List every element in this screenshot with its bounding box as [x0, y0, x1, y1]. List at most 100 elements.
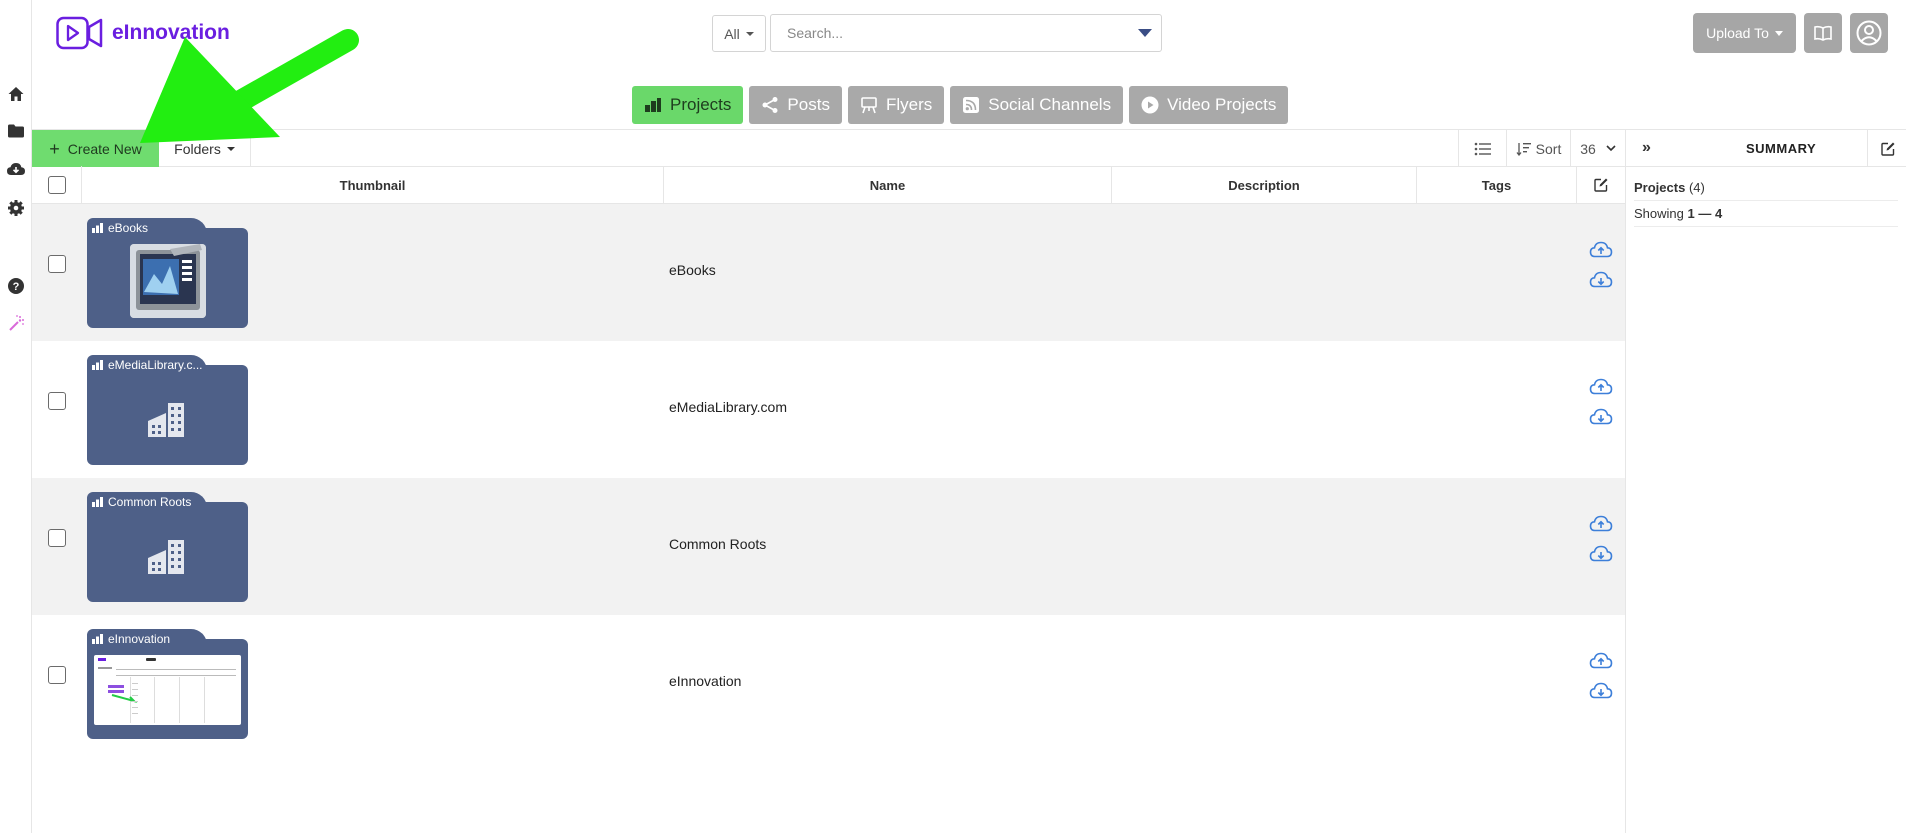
- folder-label: eMediaLibrary.c...: [92, 358, 204, 372]
- column-thumbnail[interactable]: Thumbnail: [82, 166, 664, 204]
- folder-label: eInnovation: [92, 632, 204, 646]
- home-icon[interactable]: [6, 84, 26, 104]
- showing-range: 1 — 4: [1687, 206, 1723, 221]
- column-tags[interactable]: Tags: [1417, 166, 1577, 204]
- folder-label-text: eMediaLibrary.c...: [108, 358, 203, 372]
- tab-projects[interactable]: Projects: [632, 86, 744, 124]
- row-name[interactable]: eInnovation: [669, 673, 741, 689]
- buildings-icon: [645, 98, 661, 112]
- user-avatar-icon: [1856, 20, 1882, 46]
- sort-button[interactable]: Sort: [1506, 130, 1570, 167]
- cloud-download-icon[interactable]: [1589, 270, 1613, 290]
- summary-panel: » SUMMARY Projects (4) Showing 1 — 4: [1625, 129, 1906, 833]
- left-rail: ?: [0, 0, 32, 833]
- tab-label: Posts: [787, 95, 830, 114]
- search-dropdown-caret-icon[interactable]: [1138, 29, 1152, 37]
- row-name[interactable]: Common Roots: [669, 536, 766, 552]
- chevron-down-icon: [745, 31, 754, 36]
- folder-label: eBooks: [92, 221, 204, 235]
- search-filter-select[interactable]: All: [712, 15, 766, 52]
- header-checkbox-cell: [32, 166, 82, 204]
- cloud-upload-icon[interactable]: [1589, 514, 1613, 534]
- tab-social-channels[interactable]: Social Channels: [950, 86, 1124, 124]
- settings-gear-icon[interactable]: [6, 198, 26, 218]
- magic-wand-icon[interactable]: [6, 313, 26, 333]
- edit-icon: [1880, 142, 1894, 156]
- building-thumbnail: [130, 518, 206, 592]
- chevron-down-icon: [1774, 30, 1783, 36]
- main-panel-border: [32, 752, 1625, 833]
- row-name[interactable]: eMediaLibrary.com: [669, 399, 787, 415]
- tab-posts[interactable]: Posts: [749, 86, 842, 124]
- row-checkbox[interactable]: [48, 666, 66, 684]
- tab-label: Projects: [670, 95, 732, 114]
- upload-to-button[interactable]: Upload To: [1693, 13, 1796, 53]
- column-label: Description: [1228, 177, 1300, 193]
- folder-thumbnail[interactable]: eMediaLibrary.c...: [87, 355, 248, 465]
- table-row[interactable]: eBooks eBooks: [32, 204, 1625, 341]
- row-checkbox[interactable]: [48, 529, 66, 547]
- tab-video-projects[interactable]: Video Projects: [1129, 86, 1289, 124]
- column-name[interactable]: Name: [664, 166, 1112, 204]
- play-circle-icon: [1141, 96, 1159, 114]
- cloud-upload-icon[interactable]: [1589, 377, 1613, 397]
- buildings-icon: [92, 223, 103, 233]
- app-window: ? eInnovation All Upload To Projects: [0, 0, 1906, 833]
- sort-icon: [1516, 142, 1531, 156]
- search-input[interactable]: [770, 14, 1162, 52]
- ebook-image: [130, 244, 206, 318]
- cloud-download-icon[interactable]: [1589, 407, 1613, 427]
- column-label: Tags: [1481, 177, 1512, 193]
- summary-body: Projects (4) Showing 1 — 4: [1626, 167, 1906, 235]
- table-row[interactable]: eMediaLibrary.c... eMediaLibrary.com: [32, 341, 1625, 478]
- tab-label: Social Channels: [988, 95, 1112, 114]
- book-button[interactable]: [1804, 13, 1842, 53]
- building-icon: [148, 540, 184, 574]
- showing-label: Showing: [1634, 206, 1684, 221]
- row-checkbox[interactable]: [48, 255, 66, 273]
- profile-button[interactable]: [1850, 13, 1888, 53]
- list-view-button[interactable]: [1458, 130, 1506, 167]
- building-icon: [148, 403, 184, 437]
- building-thumbnail: [130, 381, 206, 455]
- select-all-checkbox[interactable]: [47, 176, 66, 194]
- folder-icon[interactable]: [6, 121, 26, 141]
- buildings-icon: [92, 497, 103, 507]
- summary-edit-button[interactable]: [1867, 130, 1906, 167]
- column-description[interactable]: Description: [1112, 166, 1417, 204]
- folder-label: Common Roots: [92, 495, 204, 509]
- folder-label-text: eInnovation: [108, 632, 171, 646]
- chevron-down-icon: [226, 146, 235, 151]
- tab-label: Video Projects: [1167, 95, 1277, 114]
- cloud-download-icon[interactable]: [1589, 681, 1613, 701]
- filter-value: All: [724, 25, 740, 42]
- table-row[interactable]: Common Roots Common Roots: [32, 478, 1625, 615]
- buildings-icon: [92, 360, 103, 370]
- folder-label-text: eBooks: [108, 221, 149, 235]
- column-label: Name: [869, 177, 906, 193]
- folder-thumbnail[interactable]: eBooks: [87, 218, 248, 328]
- cloud-download-icon[interactable]: [1589, 544, 1613, 564]
- edit-columns-button[interactable]: [1577, 166, 1625, 204]
- projects-count: (4): [1688, 180, 1705, 195]
- chevron-down-icon: [1606, 145, 1616, 152]
- page-size-select[interactable]: 36: [1570, 130, 1625, 167]
- cloud-upload-icon[interactable]: [1589, 240, 1613, 260]
- help-icon[interactable]: ?: [6, 276, 26, 296]
- row-checkbox[interactable]: [48, 392, 66, 410]
- svg-text:?: ?: [13, 281, 20, 293]
- content-tabs: Projects Posts Flyers Social Channels Vi…: [632, 86, 1289, 124]
- screenshot-image: [94, 655, 241, 725]
- list-view-icon: [1474, 142, 1491, 155]
- folder-thumbnail[interactable]: Common Roots: [87, 492, 248, 602]
- collapse-panel-icon[interactable]: »: [1642, 139, 1651, 157]
- book-open-icon: [1814, 25, 1832, 41]
- folder-thumbnail[interactable]: eInnovation: [87, 629, 248, 739]
- tab-flyers[interactable]: Flyers: [847, 86, 945, 124]
- plus-icon: +: [49, 138, 60, 159]
- cloud-upload-icon[interactable]: [1589, 651, 1613, 671]
- table-row[interactable]: eInnovation eInnovation: [32, 615, 1625, 752]
- cloud-download-icon[interactable]: [6, 159, 26, 179]
- row-name[interactable]: eBooks: [669, 262, 716, 278]
- summary-header: » SUMMARY: [1626, 129, 1906, 167]
